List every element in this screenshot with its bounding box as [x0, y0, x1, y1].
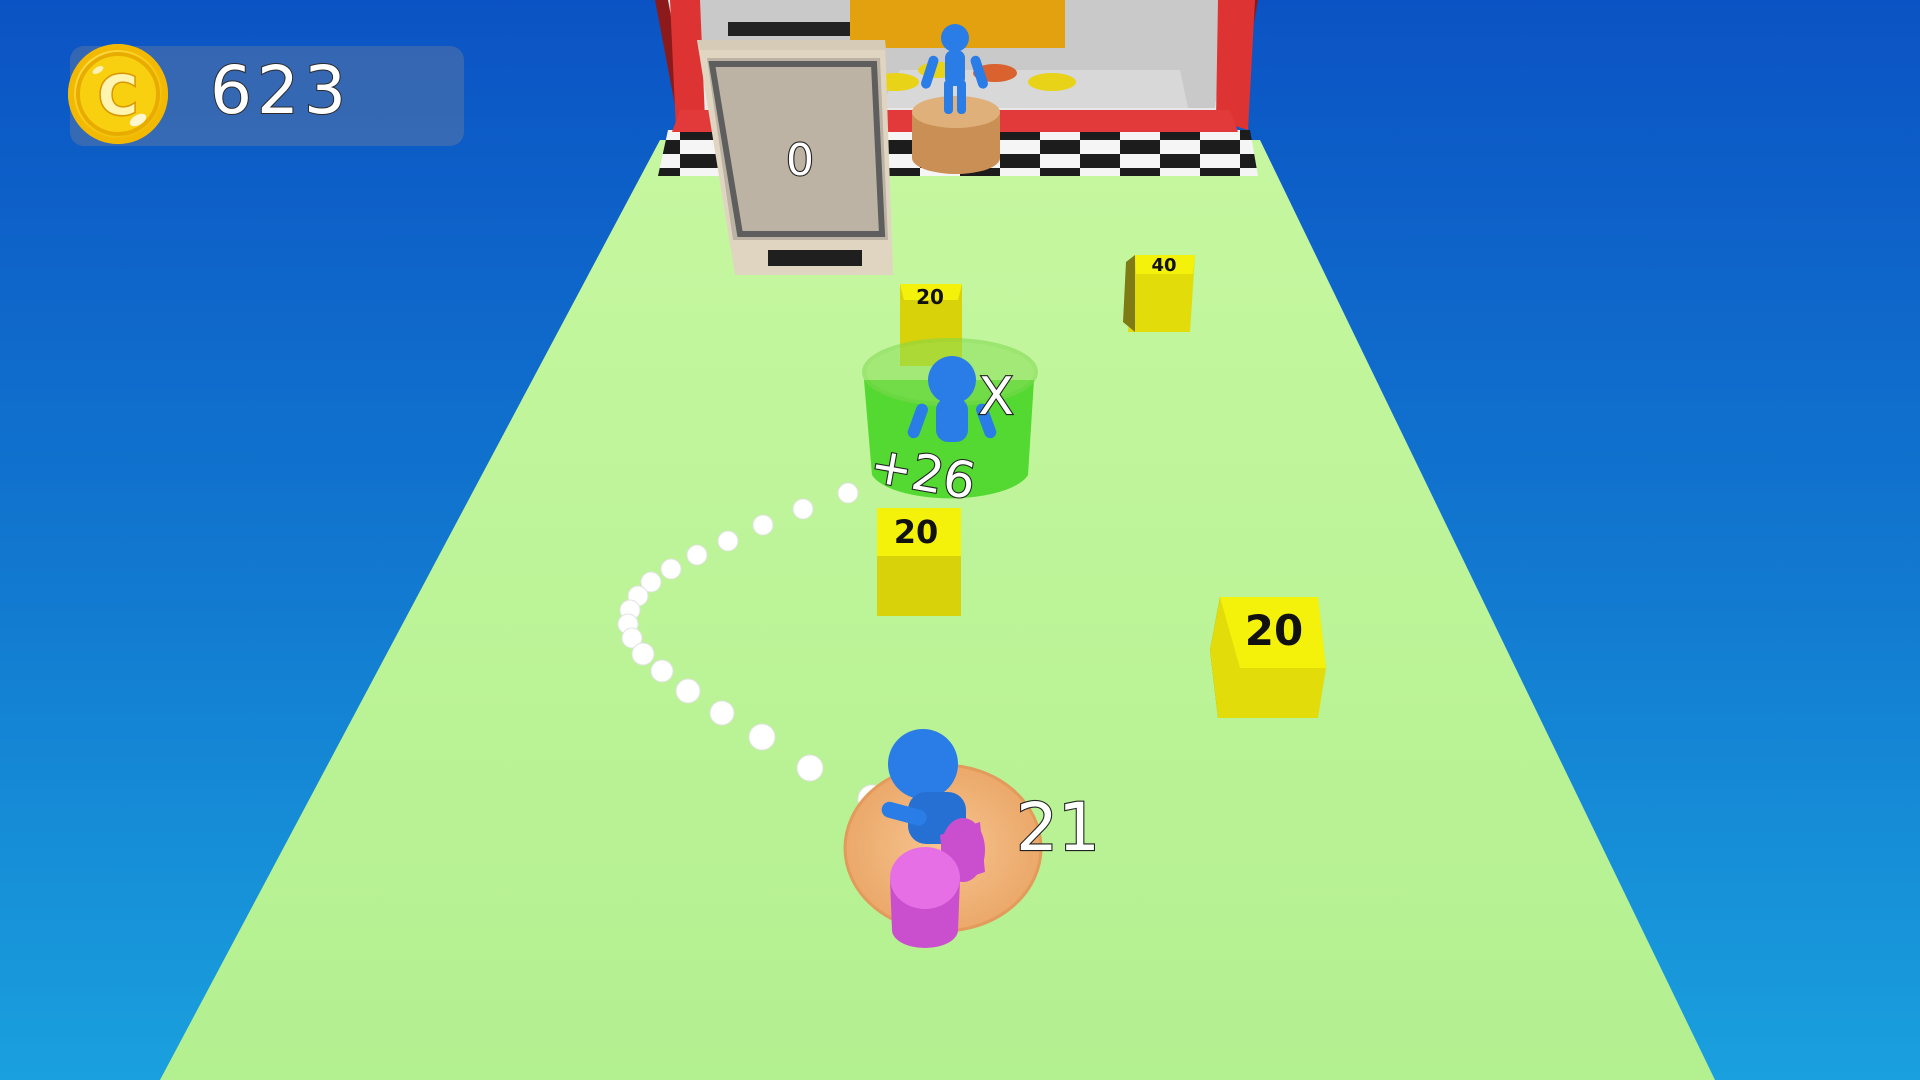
block-20-right: 20	[1210, 597, 1326, 718]
door-counter: 0	[786, 135, 814, 186]
block-40-value: 40	[1151, 255, 1176, 276]
game-scene: 20 40 20 20 X +26 21 0	[160, 0, 1715, 1080]
player-count: 21	[1016, 789, 1100, 866]
coin-icon: C	[68, 44, 168, 144]
block-20-right-value: 20	[1245, 606, 1303, 655]
block-20-far-value: 20	[916, 285, 944, 309]
boss-pedestal	[912, 96, 1000, 174]
coin-count: 623	[209, 51, 351, 130]
svg-text:C: C	[98, 64, 138, 127]
pickup-capsule: X +26	[862, 338, 1038, 512]
block-40: 40	[1123, 255, 1195, 332]
block-20-center-value: 20	[894, 513, 939, 551]
block-20-center: 20	[877, 508, 961, 616]
pickup-marker: X	[978, 367, 1014, 427]
